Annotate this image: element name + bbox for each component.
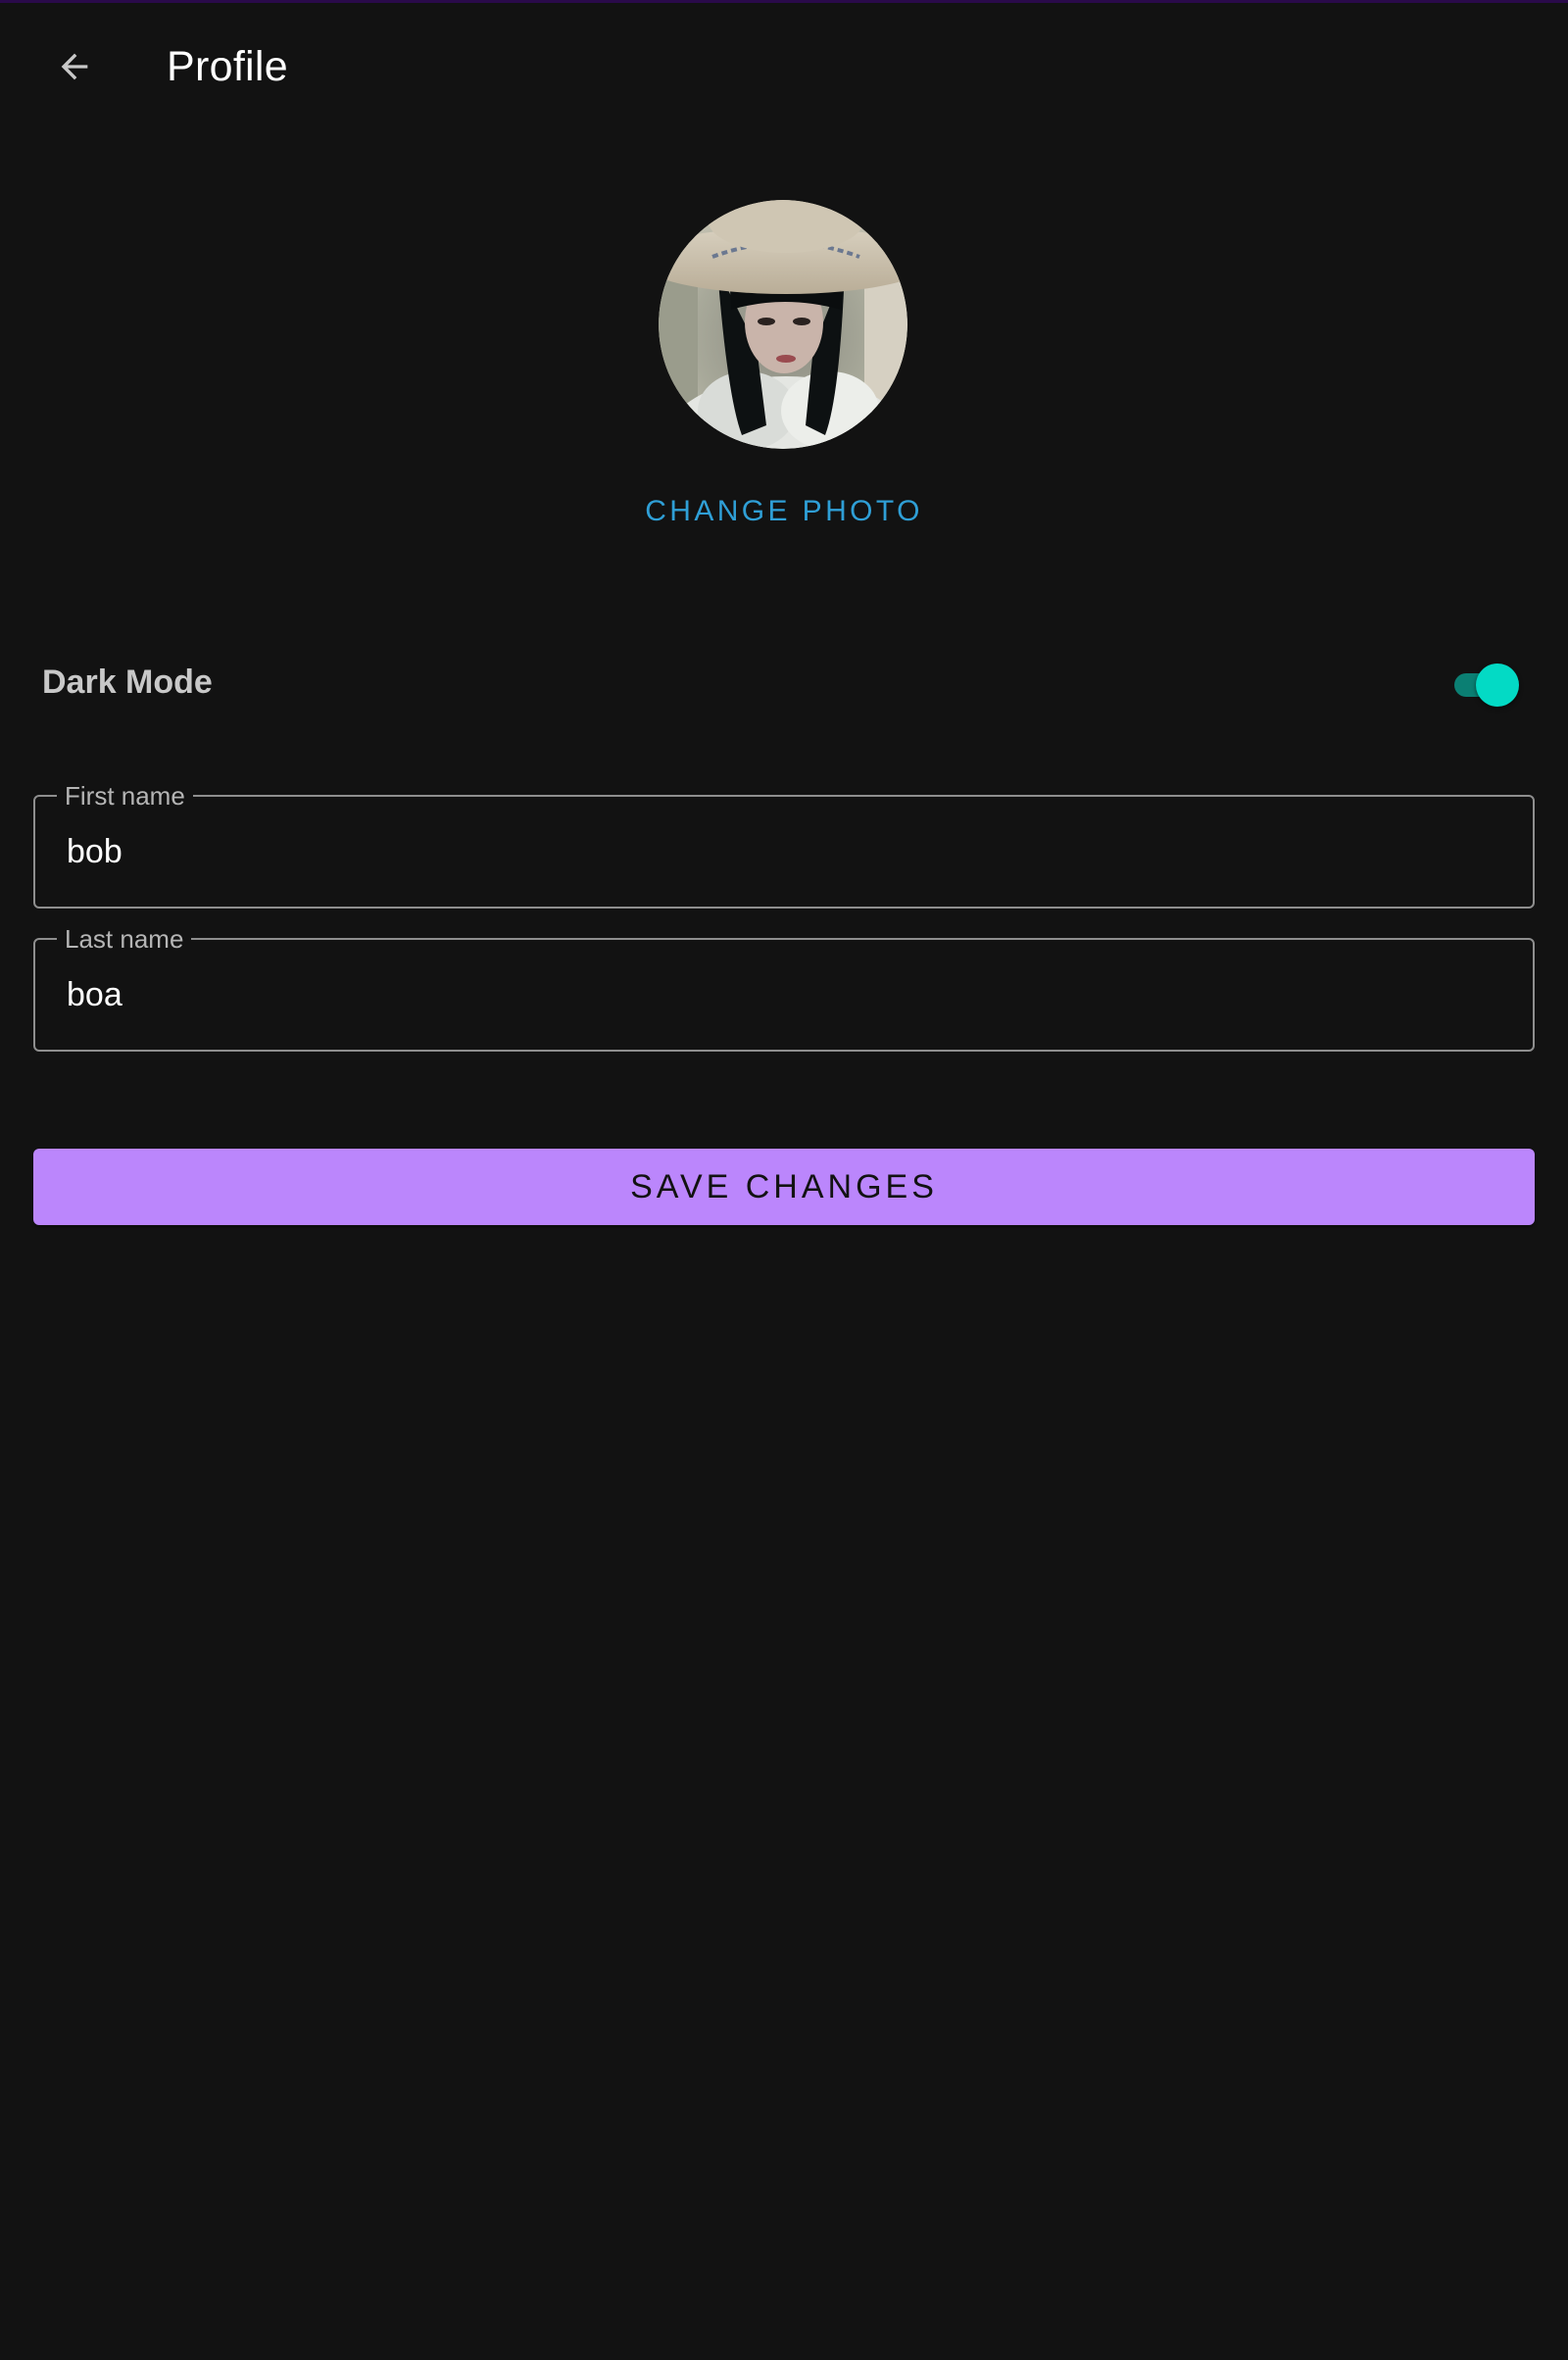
- arrow-back-icon: [55, 47, 94, 91]
- last-name-input[interactable]: [67, 969, 1497, 1020]
- change-photo-button[interactable]: CHANGE PHOTO: [0, 495, 1568, 528]
- save-changes-button[interactable]: SAVE CHANGES: [33, 1149, 1535, 1225]
- last-name-field[interactable]: Last name: [33, 922, 1535, 1052]
- toggle-thumb: [1476, 664, 1519, 707]
- dark-mode-label: Dark Mode: [42, 664, 213, 701]
- app-bar: Profile: [0, 0, 1568, 137]
- back-button[interactable]: [35, 29, 114, 108]
- first-name-field[interactable]: First name: [33, 779, 1535, 909]
- avatar[interactable]: [659, 200, 907, 449]
- last-name-label: Last name: [57, 922, 192, 956]
- page-title: Profile: [167, 43, 288, 90]
- first-name-input[interactable]: [67, 826, 1497, 877]
- profile-screen: Profile CHANGE PHOTO Dark Mode First nam…: [0, 0, 1568, 2360]
- first-name-label: First name: [57, 779, 193, 812]
- dark-mode-toggle[interactable]: [1452, 663, 1521, 707]
- avatar-image: [659, 200, 907, 449]
